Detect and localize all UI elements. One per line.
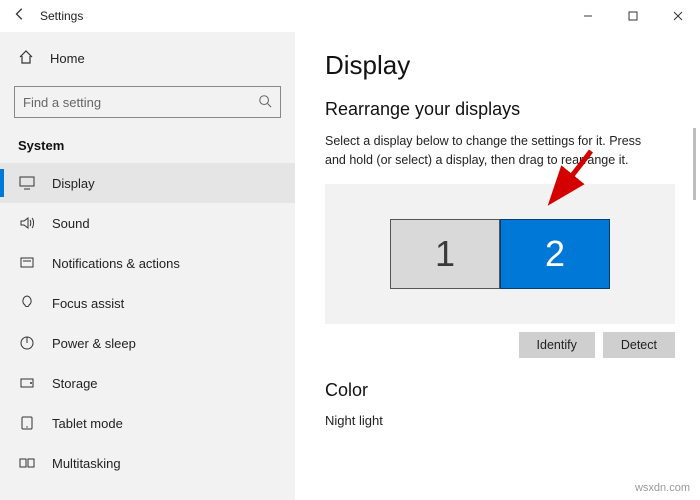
- sidebar-item-power-sleep[interactable]: Power & sleep: [0, 323, 295, 363]
- multitasking-icon: [18, 456, 36, 470]
- nav-label: Notifications & actions: [52, 256, 180, 271]
- sidebar-item-display[interactable]: Display: [0, 163, 295, 203]
- sidebar-item-multitasking[interactable]: Multitasking: [0, 443, 295, 483]
- page-title: Display: [325, 50, 700, 81]
- nav-label: Sound: [52, 216, 90, 231]
- sidebar-home[interactable]: Home: [0, 38, 295, 78]
- nav-label: Tablet mode: [52, 416, 123, 431]
- sidebar-item-notifications[interactable]: Notifications & actions: [0, 243, 295, 283]
- monitor-1[interactable]: 1: [390, 219, 500, 289]
- content-pane: Display Rearrange your displays Select a…: [295, 32, 700, 500]
- identify-button[interactable]: Identify: [519, 332, 595, 358]
- night-light-label: Night light: [325, 413, 700, 428]
- monitor-2[interactable]: 2: [500, 219, 610, 289]
- nav-label: Multitasking: [52, 456, 121, 471]
- search-input[interactable]: Find a setting: [14, 86, 281, 118]
- rearrange-description: Select a display below to change the set…: [325, 132, 665, 170]
- display-icon: [18, 176, 36, 190]
- search-placeholder: Find a setting: [23, 95, 101, 110]
- storage-icon: [18, 376, 36, 390]
- power-icon: [18, 335, 36, 351]
- back-button[interactable]: [0, 7, 40, 26]
- detect-button[interactable]: Detect: [603, 332, 675, 358]
- sidebar: Home Find a setting System Display Sound…: [0, 32, 295, 500]
- watermark: wsxdn.com: [635, 482, 690, 494]
- nav-label: Power & sleep: [52, 336, 136, 351]
- tablet-icon: [18, 416, 36, 430]
- rearrange-heading: Rearrange your displays: [325, 99, 700, 120]
- minimize-button[interactable]: [565, 0, 610, 32]
- close-button[interactable]: [655, 0, 700, 32]
- maximize-button[interactable]: [610, 0, 655, 32]
- sound-icon: [18, 216, 36, 230]
- nav-label: Focus assist: [52, 296, 124, 311]
- sidebar-item-focus-assist[interactable]: Focus assist: [0, 283, 295, 323]
- sidebar-item-storage[interactable]: Storage: [0, 363, 295, 403]
- scrollbar[interactable]: [693, 128, 696, 200]
- home-icon: [18, 49, 34, 68]
- focus-icon: [18, 295, 36, 311]
- display-arrangement-area[interactable]: 1 2: [325, 184, 675, 324]
- search-icon: [258, 94, 272, 111]
- notifications-icon: [18, 256, 36, 270]
- nav-label: Storage: [52, 376, 98, 391]
- nav-label: Display: [52, 176, 95, 191]
- sidebar-home-label: Home: [50, 51, 85, 66]
- titlebar: Settings: [0, 0, 700, 32]
- sidebar-item-sound[interactable]: Sound: [0, 203, 295, 243]
- color-heading: Color: [325, 380, 700, 401]
- window-title: Settings: [40, 9, 83, 23]
- sidebar-item-tablet-mode[interactable]: Tablet mode: [0, 403, 295, 443]
- sidebar-category: System: [0, 132, 295, 163]
